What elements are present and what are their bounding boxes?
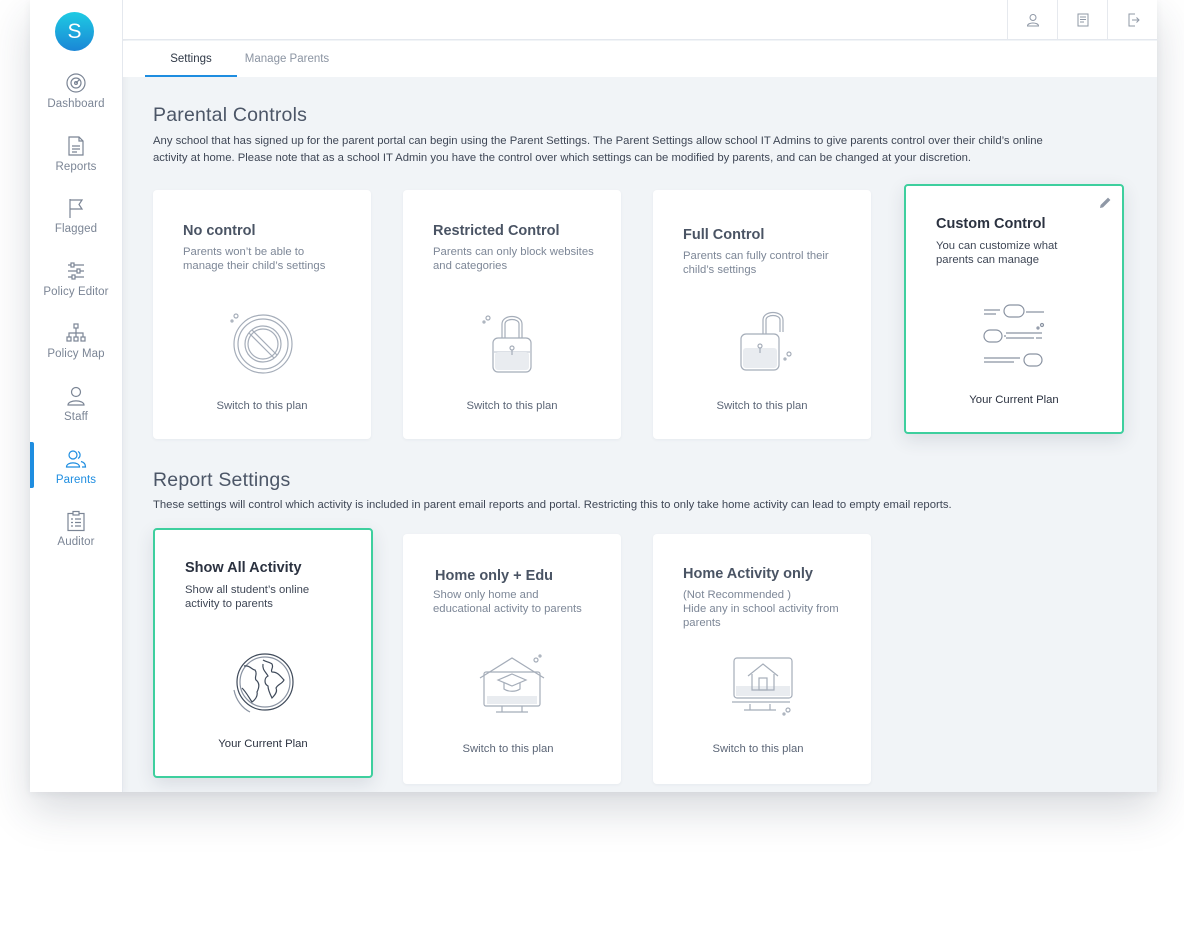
- report-settings-title: Report Settings: [153, 469, 291, 491]
- card-description: Show all student’s online activity to pa…: [185, 584, 310, 610]
- report-card-show-all-activity[interactable]: Show All Activity Show all student’s onl…: [153, 528, 373, 778]
- padlock-locked-icon: [403, 308, 621, 383]
- user-icon: [67, 386, 85, 406]
- user-profile-icon: [1026, 13, 1039, 26]
- sidebar-item-label: Parents: [55, 474, 97, 486]
- home-monitor-icon: [653, 652, 871, 723]
- flag-icon: [69, 199, 84, 218]
- sidebar-item-label: Policy Map: [47, 348, 105, 360]
- report-settings-description: These settings will control which activi…: [153, 499, 952, 511]
- users-icon: [65, 450, 87, 468]
- sidebar-item-label: Dashboard: [47, 98, 105, 110]
- switch-plan-link[interactable]: Switch to this plan: [653, 400, 871, 412]
- sidebar-item-dashboard[interactable]: Dashboard: [30, 72, 122, 130]
- sidebar-item-auditor[interactable]: Auditor: [30, 510, 122, 568]
- sidebar-item-policy-map[interactable]: Policy Map: [30, 322, 122, 380]
- logout-button[interactable]: [1107, 0, 1157, 39]
- card-title: No control: [183, 223, 256, 239]
- profile-button[interactable]: [1007, 0, 1057, 39]
- sidebar-item-label: Staff: [64, 411, 88, 423]
- card-description: Show only home and educational activity …: [433, 589, 582, 615]
- sliders-icon: [68, 262, 84, 280]
- sidebar-item-parents[interactable]: Parents: [30, 448, 122, 506]
- plan-card-no-control[interactable]: No control Parents won’t be able to mana…: [153, 190, 371, 439]
- clipboard-icon: [67, 510, 85, 532]
- sidebar-item-label: Reports: [55, 161, 97, 173]
- logout-icon: [1128, 13, 1140, 26]
- pencil-icon[interactable]: [1098, 196, 1112, 210]
- tab-manage-parents[interactable]: Manage Parents: [237, 41, 337, 77]
- plan-card-full-control[interactable]: Full Control Parents can fully control t…: [653, 190, 871, 439]
- tab-bar: Settings Manage Parents: [123, 41, 1157, 77]
- sidebar-item-reports[interactable]: Reports: [30, 135, 122, 193]
- sidebar: S Dashboard Reports Flagged Policy Edito…: [30, 0, 123, 792]
- card-title: Full Control: [683, 227, 765, 243]
- switch-plan-link[interactable]: Switch to this plan: [403, 743, 613, 755]
- parental-controls-description: Any school that has signed up for the pa…: [153, 135, 1043, 164]
- plan-card-restricted-control[interactable]: Restricted Control Parents can only bloc…: [403, 190, 621, 439]
- current-plan-label: Your Current Plan: [969, 394, 1059, 406]
- sidebar-item-flagged[interactable]: Flagged: [30, 197, 122, 255]
- tab-settings[interactable]: Settings: [145, 41, 237, 77]
- avatar[interactable]: S: [55, 12, 94, 51]
- current-plan-label: Your Current Plan: [218, 738, 308, 750]
- card-description: Parents can fully control their child’s …: [683, 250, 829, 276]
- sidebar-item-label: Policy Editor: [43, 286, 109, 298]
- notes-button[interactable]: [1057, 0, 1107, 39]
- card-title: Custom Control: [936, 216, 1046, 232]
- notes-icon: [1077, 13, 1088, 26]
- sidebar-item-policy-editor[interactable]: Policy Editor: [30, 260, 122, 318]
- padlock-open-icon: [653, 308, 871, 383]
- sidebar-item-staff[interactable]: Staff: [30, 385, 122, 443]
- card-title: Restricted Control: [433, 223, 560, 239]
- card-description: (Not Recommended ) Hide any in school ac…: [683, 589, 839, 629]
- switch-plan-link[interactable]: Switch to this plan: [403, 400, 621, 412]
- card-description: You can customize what parents can manag…: [936, 240, 1058, 266]
- document-icon: [68, 136, 84, 156]
- app-window: S Dashboard Reports Flagged Policy Edito…: [30, 0, 1157, 792]
- sidebar-item-label: Flagged: [54, 223, 98, 235]
- card-title: Home only + Edu: [435, 568, 554, 584]
- sitemap-icon: [66, 323, 86, 342]
- report-card-home-activity-only[interactable]: Home Activity only (Not Recommended ) Hi…: [653, 534, 871, 784]
- sidebar-item-label: Auditor: [57, 536, 95, 548]
- home-education-monitor-icon: [403, 652, 621, 723]
- report-card-home-only-edu[interactable]: Home only + Edu Show only home and educa…: [403, 534, 621, 784]
- card-title: Home Activity only: [683, 566, 813, 582]
- gauge-icon: [66, 73, 86, 93]
- plan-card-custom-control[interactable]: Custom Control You can customize what pa…: [904, 184, 1124, 434]
- switch-plan-link[interactable]: Switch to this plan: [653, 743, 863, 755]
- top-bar: [123, 0, 1157, 40]
- toggles-icon: [906, 300, 1122, 375]
- switch-plan-link[interactable]: Switch to this plan: [153, 400, 371, 412]
- parental-controls-title: Parental Controls: [153, 104, 308, 126]
- prohibited-icon: [153, 308, 371, 383]
- card-title: Show All Activity: [185, 560, 302, 576]
- globe-icon: [155, 650, 371, 721]
- card-description: Parents can only block websites and cate…: [433, 246, 594, 272]
- card-description: Parents won’t be able to manage their ch…: [183, 246, 326, 272]
